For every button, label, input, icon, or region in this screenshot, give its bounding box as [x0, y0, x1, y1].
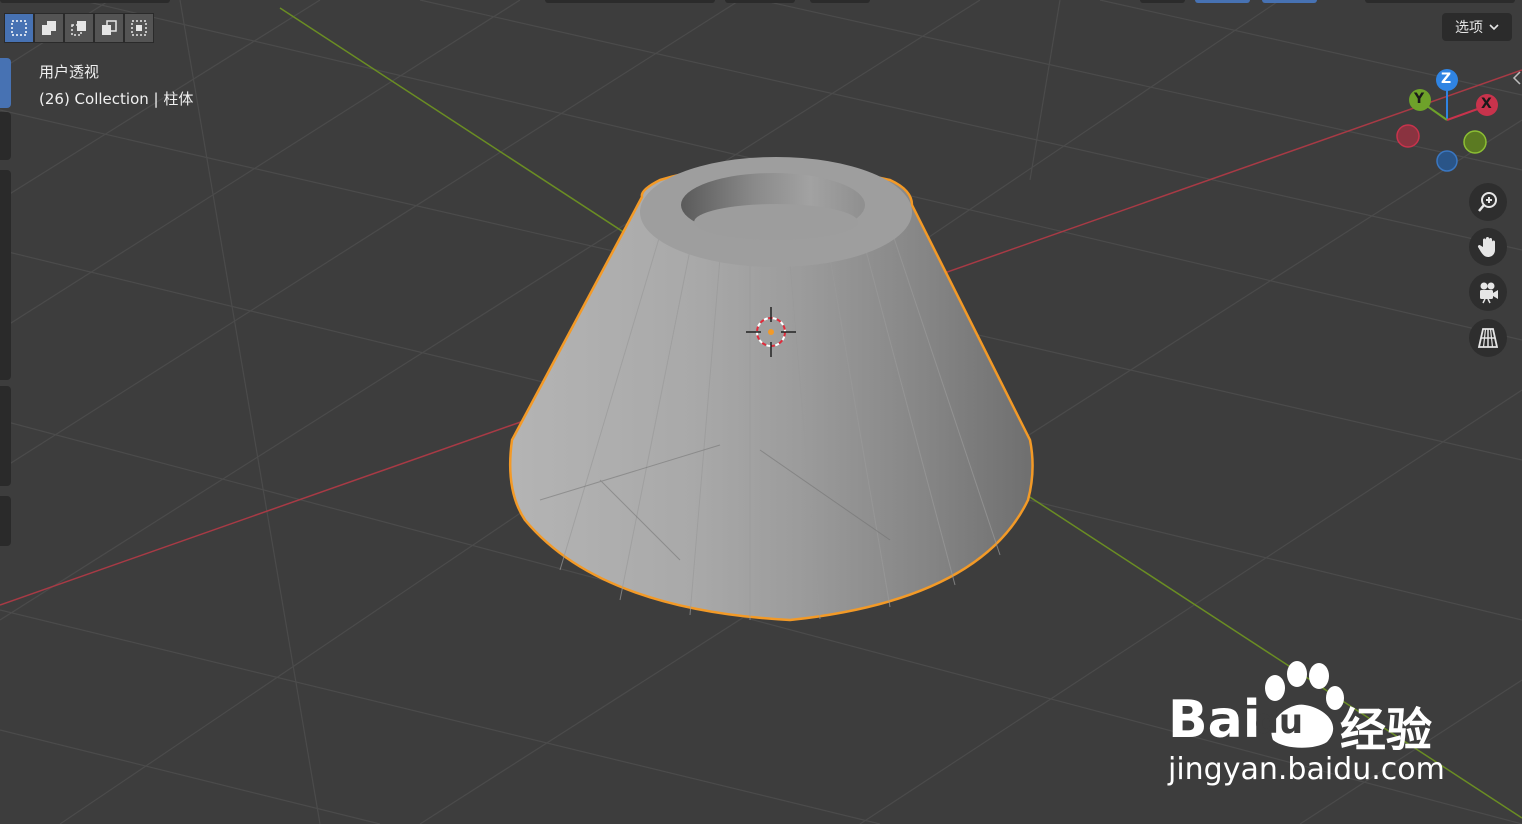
select-mode-toolbar	[4, 13, 154, 43]
watermark-brand-cn: 经验	[1340, 703, 1432, 757]
gizmo-neg-z	[1436, 150, 1458, 172]
tool-cursor[interactable]	[0, 112, 11, 160]
select-new-mode-button[interactable]	[4, 13, 34, 43]
gizmo-neg-x	[1396, 124, 1420, 148]
gizmo-neg-y	[1463, 130, 1487, 154]
tool-select[interactable]	[0, 58, 11, 108]
select-intersect-mode-button[interactable]	[124, 13, 154, 43]
options-label: 选项	[1455, 20, 1483, 36]
select-subtract-icon	[71, 21, 86, 36]
zoom-button[interactable]	[1469, 183, 1507, 221]
watermark-url: jingyan.baidu.com	[1168, 752, 1445, 787]
perspective-toggle-button[interactable]	[1469, 319, 1507, 357]
gizmo-y-label: Y	[1414, 91, 1425, 107]
chevron-down-icon	[1489, 24, 1499, 31]
zoom-icon	[1478, 192, 1497, 212]
header-edge	[0, 0, 1522, 4]
options-dropdown[interactable]: 选项	[1442, 13, 1512, 41]
pan-hand-icon	[1477, 237, 1495, 257]
view-name-label: 用户透视	[39, 63, 100, 81]
select-invert-icon	[102, 20, 117, 35]
select-extend-mode-button[interactable]	[34, 13, 64, 43]
select-new-icon	[11, 20, 27, 36]
sidebar-toggle-icon[interactable]	[1512, 70, 1522, 86]
tool-transform-group[interactable]	[0, 170, 11, 380]
select-intersect-icon	[131, 20, 147, 36]
select-subtract-mode-button[interactable]	[64, 13, 94, 43]
gizmo-z-label: Z	[1441, 71, 1452, 87]
select-extend-icon	[42, 21, 56, 35]
tool-add-group[interactable]	[0, 496, 11, 546]
pan-button[interactable]	[1469, 228, 1507, 266]
perspective-grid-icon	[1477, 328, 1499, 348]
collection-info-label: (26) Collection | 柱体	[39, 90, 194, 108]
cylinder-object[interactable]	[508, 157, 1034, 622]
watermark-brand-du: du	[1254, 702, 1304, 742]
tool-annotate-group[interactable]	[0, 386, 11, 486]
gizmo-x-label: X	[1481, 96, 1492, 112]
left-toolbar	[0, 58, 12, 548]
watermark-brand: Baidu	[1168, 690, 1304, 750]
select-invert-mode-button[interactable]	[94, 13, 124, 43]
camera-view-button[interactable]	[1469, 273, 1507, 311]
camera-icon	[1480, 282, 1498, 304]
